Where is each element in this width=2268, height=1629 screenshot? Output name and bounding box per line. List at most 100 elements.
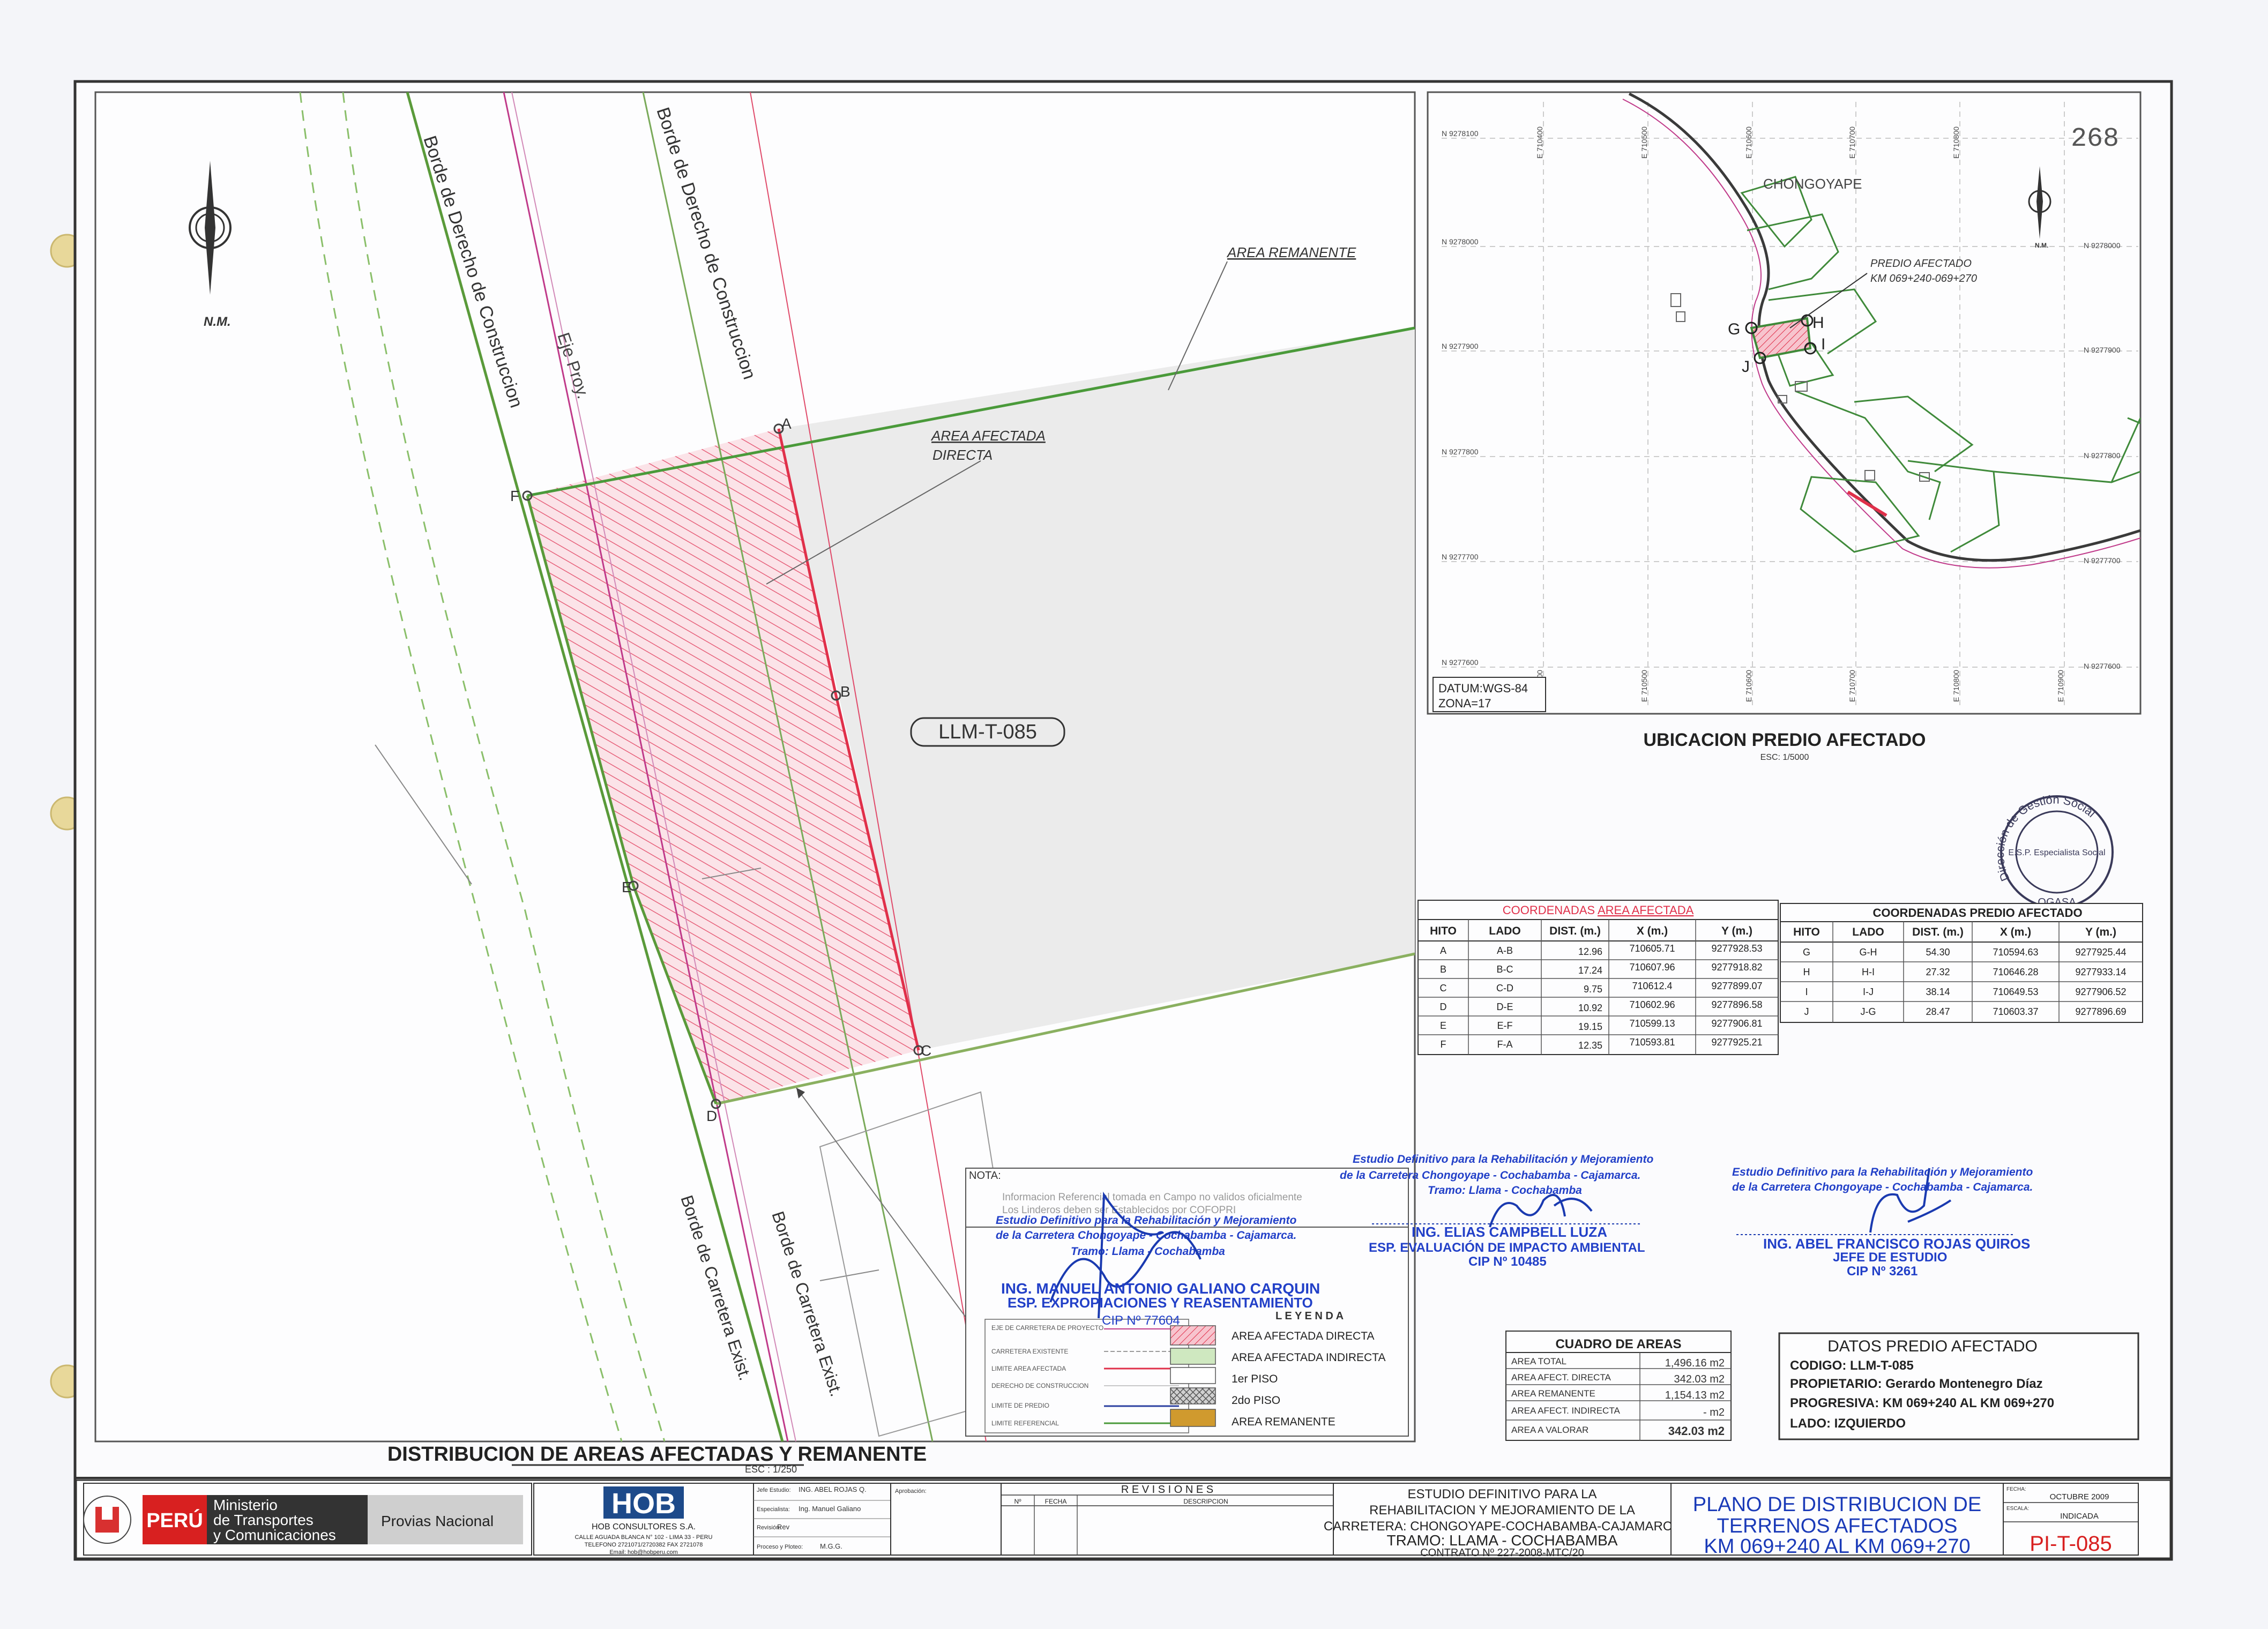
sig2-role: ESP. EVALUACIÓN DE IMPACTO AMBIENTAL (1369, 1240, 1645, 1255)
td: 9277928.53 (1711, 943, 1762, 954)
td: 54.30 (1926, 947, 1950, 958)
datos-lado: LADO: IZQUIERDO (1790, 1416, 1906, 1431)
hob-name: HOB CONSULTORES S.A. (592, 1522, 696, 1531)
legend-swatch-indirecta (1170, 1348, 1216, 1365)
datos-codigo: CODIGO: LLM-T-085 (1790, 1358, 1914, 1373)
plano-title-2: TERRENOS AFECTADOS (1717, 1515, 1957, 1537)
cuadro-areas: CUADRO DE AREAS AREA TOTAL 1,496.16 m2 A… (1505, 1331, 1732, 1441)
th: X (m.) (2000, 926, 2031, 938)
datos-propietario: PROPIETARIO: Gerardo Montenegro Díaz (1790, 1377, 2043, 1391)
leyenda-title: L E Y E N D A (1275, 1310, 1344, 1322)
td: 710594.63 (1993, 947, 2038, 958)
ministerio-2: de Transportes (213, 1512, 314, 1528)
cuadro-label: AREA TOTAL (1511, 1356, 1566, 1366)
grid-n-label-right: N 9277800 (2084, 451, 2121, 460)
coord-predio-table: COORDENADAS PREDIO AFECTADO HITO LADO DI… (1780, 903, 2143, 1023)
provias-label: Provias Nacional (381, 1513, 494, 1529)
cuadro-value: 1,154.13 m2 (1665, 1389, 1725, 1401)
td: 12.96 (1578, 946, 1602, 957)
td: 19.15 (1578, 1021, 1602, 1032)
revision-value: Rev (777, 1523, 790, 1531)
predio-label-1: PREDIO AFECTADO (1870, 258, 1972, 270)
legend-right-label: AREA AFECTADA INDIRECTA (1232, 1351, 1385, 1364)
revisiones-title: R E V I S I O N E S (1121, 1484, 1213, 1496)
estudio-3: CARRETERA: CHONGOYAPE-COCHABAMBA-CAJAMAR… (1324, 1519, 1681, 1534)
td: 9277906.81 (1711, 1018, 1762, 1029)
location-map-title: UBICACION PREDIO AFECTADO (1644, 730, 1926, 750)
grid-e-label-bottom: E 710800 (1952, 670, 1960, 702)
stamp-center: E.S.P. Especialista Social (2008, 848, 2105, 857)
sig1-role: ESP. EXPROPIACIONES Y REASENTAMIENTO (1008, 1295, 1313, 1311)
sheet-number: 268 (2071, 124, 2119, 154)
td: 710603.37 (1993, 1006, 2038, 1017)
td: 710602.96 (1629, 999, 1675, 1010)
grid-e-label: E 710800 (1952, 126, 1960, 159)
escala-value: INDICADA (2060, 1512, 2099, 1521)
datos-title: DATOS PREDIO AFECTADO (1827, 1337, 2038, 1355)
td: 9277896.69 (2075, 1006, 2126, 1017)
grid-n-label-right: N 9278000 (2084, 241, 2121, 250)
legend-left-label: LIMITE DE PREDIO (991, 1402, 1049, 1409)
td: C-D (1496, 983, 1513, 993)
predio-label-2: KM 069+240-069+270 (1870, 273, 1977, 285)
sig1-study1: Estudio Definitivo para la Rehabilitació… (996, 1214, 1296, 1227)
td: 9277918.82 (1711, 962, 1762, 973)
sig3-cip: CIP Nº 3261 (1847, 1264, 1918, 1279)
td: D-E (1497, 1002, 1513, 1012)
drawing-sheet: A B C D E F Borde de Derecho de Construc… (0, 0, 2268, 1629)
rev-header: DESCRIPCION (1183, 1498, 1228, 1505)
point-I-label: I (1821, 335, 1825, 353)
datos-progresiva: PROGRESIVA: KM 069+240 AL KM 069+270 (1790, 1396, 2054, 1410)
north-label-location: N.M. (2035, 242, 2048, 249)
point-B-label: B (840, 683, 850, 700)
td: 710646.28 (1993, 967, 2038, 977)
td: 710649.53 (1993, 987, 2038, 997)
sig3-study2: de la Carretera Chongoyape - Cochabamba … (1732, 1181, 2033, 1193)
td: 710605.71 (1629, 943, 1675, 954)
esp-value: Ing. Manuel Galiano (799, 1505, 861, 1513)
legend-swatch-directa (1170, 1325, 1216, 1346)
th: HITO (1793, 926, 1820, 938)
plano-title-3: KM 069+240 AL KM 069+270 (1704, 1535, 1970, 1558)
sig1-cip: CIP Nº 77604 (1102, 1313, 1180, 1328)
grid-e-label: E 710400 (1535, 126, 1544, 159)
predio-code: LLM-T-085 (938, 721, 1037, 743)
td: 10.92 (1578, 1003, 1602, 1013)
hob-addr-1: CALLE AGUADA BLANCA N° 102 - LIMA 33 - P… (575, 1534, 713, 1541)
grid-e-label-bottom: E 710600 (1744, 670, 1753, 702)
grid-n-label: N 9278100 (1442, 129, 1479, 138)
td: H-I (1862, 967, 1875, 977)
grid-n-label: N 9278000 (1442, 237, 1479, 246)
legend-right-label: AREA REMANENTE (1232, 1416, 1336, 1428)
point-H-label: H (1812, 314, 1824, 332)
grid-n-label: N 9277600 (1442, 658, 1479, 667)
td: E-F (1497, 1020, 1513, 1031)
td: 28.47 (1926, 1006, 1950, 1017)
town-label: CHONGOYAPE (1763, 176, 1862, 192)
label-area-afectada-2: DIRECTA (932, 447, 993, 463)
grid-e-label-bottom: E 710700 (1848, 670, 1856, 702)
title-block: PERÚ Ministerio de Transportes y Comunic… (75, 1479, 2172, 1559)
legend-left-label: CARRETERA EXISTENTE (991, 1348, 1068, 1355)
td: I-J (1863, 987, 1874, 997)
grid-n-label: N 9277800 (1442, 447, 1479, 456)
label-area-afectada-1: AREA AFECTADA (930, 428, 1046, 444)
cuadro-value: 1,496.16 m2 (1665, 1357, 1725, 1369)
td: 710599.13 (1629, 1018, 1675, 1029)
td: B-C (1497, 964, 1513, 975)
legend-left-label: EJE DE CARRETERA DE PROYECTO (991, 1324, 1103, 1332)
td: G (1803, 947, 1810, 958)
sig2-study2: de la Carretera Chongoyape - Cochabamba … (1340, 1169, 1640, 1182)
plano-title-1: PLANO DE DISTRIBUCION DE (1693, 1493, 1981, 1516)
th: DIST. (m.) (1549, 925, 1601, 937)
sig2-cip: CIP Nº 10485 (1468, 1254, 1547, 1269)
datos-predio: DATOS PREDIO AFECTADO CODIGO: LLM-T-085 … (1778, 1332, 2139, 1440)
td: 710593.81 (1629, 1037, 1675, 1048)
grid-e-label: E 710600 (1744, 126, 1753, 159)
esp-label: Especialista: (757, 1506, 790, 1513)
proceso-label: Proceso y Ploteo: (757, 1544, 803, 1550)
hob-addr-2: TELEFONO 2721071/2720382 FAX 2721078 (585, 1542, 703, 1548)
td: J-G (1861, 1006, 1876, 1017)
td: 12.35 (1578, 1040, 1602, 1051)
td: 9277896.58 (1711, 999, 1762, 1010)
